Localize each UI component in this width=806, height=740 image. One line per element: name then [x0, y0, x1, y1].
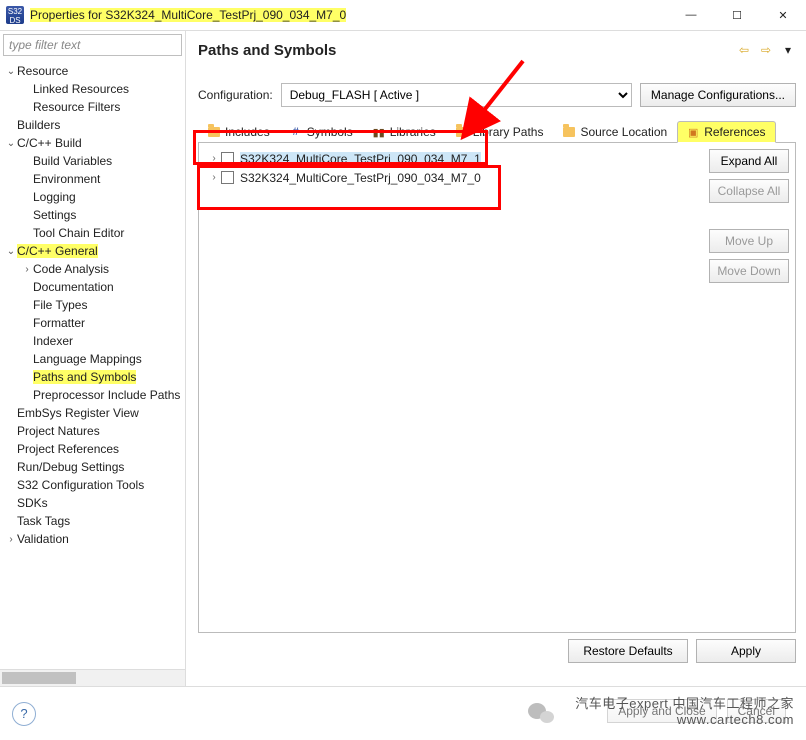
wechat-icon [528, 703, 556, 727]
app-icon: S32DS [6, 6, 24, 24]
tree-validation[interactable]: ›Validation [3, 530, 185, 548]
tree-project-natures[interactable]: Project Natures [3, 422, 185, 440]
tree-s32-config-tools[interactable]: S32 Configuration Tools [3, 476, 185, 494]
nav-back-icon[interactable]: ⇦ [736, 42, 752, 58]
tree-embsys[interactable]: EmbSys Register View [3, 404, 185, 422]
tree-resource-filters[interactable]: Resource Filters [3, 98, 185, 116]
apply-and-close-button[interactable]: Apply and Close [607, 699, 716, 723]
collapse-all-button[interactable]: Collapse All [709, 179, 789, 203]
configuration-select[interactable]: Debug_FLASH [ Active ] [281, 83, 632, 107]
tree-settings[interactable]: Settings [3, 206, 185, 224]
configuration-label: Configuration: [198, 88, 273, 102]
tree-documentation[interactable]: Documentation [3, 278, 185, 296]
tree-builders[interactable]: Builders [3, 116, 185, 134]
tree-resource[interactable]: ⌄Resource [3, 62, 185, 80]
restore-defaults-button[interactable]: Restore Defaults [568, 639, 688, 663]
move-up-button[interactable]: Move Up [709, 229, 789, 253]
properties-tree[interactable]: ⌄Resource Linked Resources Resource Filt… [0, 59, 185, 669]
books-icon: ▮▮ [372, 125, 386, 139]
folder-icon [562, 125, 576, 139]
tab-references[interactable]: ▣ References [677, 121, 775, 143]
tab-libraries[interactable]: ▮▮ Libraries [363, 121, 446, 143]
tree-tool-chain-editor[interactable]: Tool Chain Editor [3, 224, 185, 242]
window-maximize-button[interactable]: ☐ [714, 0, 760, 30]
tree-formatter[interactable]: Formatter [3, 314, 185, 332]
window-titlebar: S32DS Properties for S32K324_MultiCore_T… [0, 0, 806, 30]
tree-run-debug-settings[interactable]: Run/Debug Settings [3, 458, 185, 476]
tree-linked-resources[interactable]: Linked Resources [3, 80, 185, 98]
window-minimize-button[interactable]: — [668, 0, 714, 30]
tree-project-references[interactable]: Project References [3, 440, 185, 458]
tree-indexer[interactable]: Indexer [3, 332, 185, 350]
reference-item[interactable]: › S32K324_MultiCore_TestPrj_090_034_M7_0 [207, 168, 695, 187]
folder-icon [207, 125, 221, 139]
window-close-button[interactable]: ✕ [760, 0, 806, 30]
references-list[interactable]: › S32K324_MultiCore_TestPrj_090_034_M7_1… [199, 143, 703, 632]
tree-build-variables[interactable]: Build Variables [3, 152, 185, 170]
properties-page: Paths and Symbols ⇦ ⇨ ▾ Configuration: D… [186, 31, 806, 686]
tab-symbols[interactable]: # Symbols [280, 121, 363, 143]
folder-icon [455, 125, 469, 139]
page-toolbar: ⇦ ⇨ ▾ [736, 42, 796, 58]
chevron-right-icon: › [207, 172, 221, 183]
move-down-button[interactable]: Move Down [709, 259, 789, 283]
reference-label: S32K324_MultiCore_TestPrj_090_034_M7_0 [240, 171, 481, 185]
expand-all-button[interactable]: Expand All [709, 149, 789, 173]
tree-logging[interactable]: Logging [3, 188, 185, 206]
link-icon: ▣ [686, 125, 700, 139]
tab-includes[interactable]: Includes [198, 121, 280, 143]
tree-code-analysis[interactable]: ›Code Analysis [3, 260, 185, 278]
tree-preprocessor-include-paths[interactable]: Preprocessor Include Paths [3, 386, 185, 404]
tree-sdks[interactable]: SDKs [3, 494, 185, 512]
window-title: Properties for S32K324_MultiCore_TestPrj… [30, 8, 346, 22]
dialog-footer: ? Apply and Close Cancel 汽车电子expert 中国汽车… [0, 686, 806, 740]
tree-task-tags[interactable]: Task Tags [3, 512, 185, 530]
hash-icon: # [289, 125, 303, 139]
tree-c-general[interactable]: ⌄C/C++ General [3, 242, 185, 260]
tree-paths-and-symbols[interactable]: Paths and Symbols [3, 368, 185, 386]
tab-library-paths[interactable]: Library Paths [446, 121, 554, 143]
nav-forward-icon[interactable]: ⇨ [758, 42, 774, 58]
reference-item[interactable]: › S32K324_MultiCore_TestPrj_090_034_M7_1 [207, 149, 695, 168]
help-button[interactable]: ? [12, 702, 36, 726]
sidebar-horizontal-scrollbar[interactable] [0, 669, 185, 686]
tree-environment[interactable]: Environment [3, 170, 185, 188]
tree-language-mappings[interactable]: Language Mappings [3, 350, 185, 368]
manage-configurations-button[interactable]: Manage Configurations... [640, 83, 796, 107]
paths-symbols-tabs: Includes # Symbols ▮▮ Libraries Library … [198, 121, 796, 143]
tab-source-location[interactable]: Source Location [553, 121, 677, 143]
filter-input[interactable]: type filter text [3, 34, 182, 56]
tree-file-types[interactable]: File Types [3, 296, 185, 314]
reference-checkbox[interactable] [221, 152, 234, 165]
apply-button[interactable]: Apply [696, 639, 796, 663]
tree-c-build[interactable]: ⌄C/C++ Build [3, 134, 185, 152]
chevron-right-icon: › [207, 153, 221, 164]
page-title: Paths and Symbols [198, 42, 336, 59]
cancel-button[interactable]: Cancel [727, 699, 786, 723]
reference-label: S32K324_MultiCore_TestPrj_090_034_M7_1 [240, 152, 481, 166]
nav-menu-icon[interactable]: ▾ [780, 42, 796, 58]
reference-checkbox[interactable] [221, 171, 234, 184]
properties-sidebar: type filter text ⌄Resource Linked Resour… [0, 31, 186, 686]
